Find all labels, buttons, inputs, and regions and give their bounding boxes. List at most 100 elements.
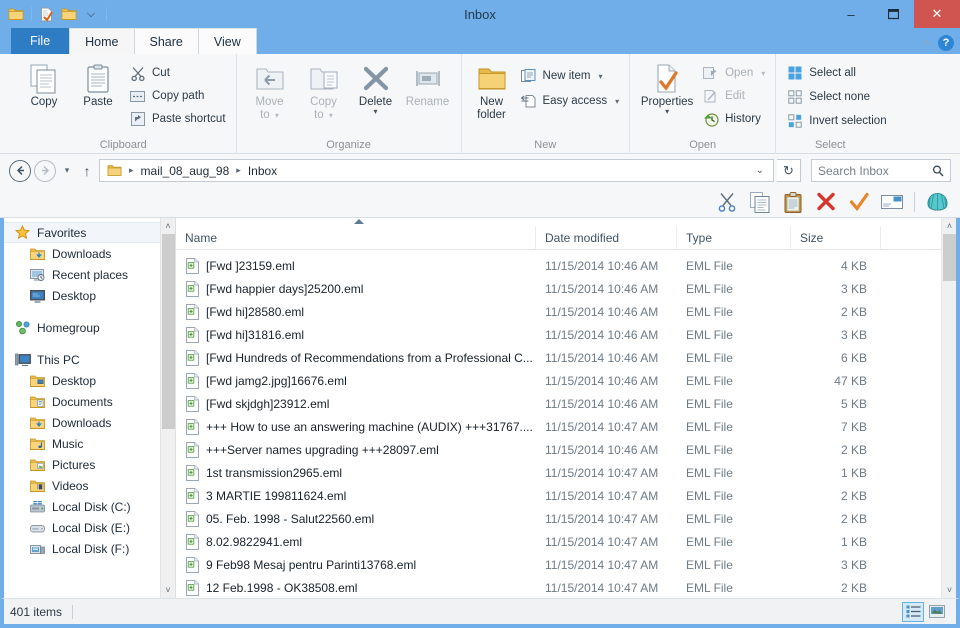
table-row[interactable]: [Fwd jamg2.jpg]16676.eml11/15/2014 10:46… — [176, 369, 941, 392]
sidebar-item-homegroup[interactable]: Homegroup — [4, 317, 160, 338]
large-icons-view-button[interactable] — [926, 602, 948, 622]
sidebar-item-documents[interactable]: Documents — [4, 391, 160, 412]
column-header-type[interactable]: Type — [677, 226, 791, 250]
invert-selection-button[interactable]: Invert selection — [783, 111, 889, 131]
breadcrumb-root-icon[interactable] — [104, 164, 125, 177]
sidebar-item-favorites[interactable]: Favorites — [4, 222, 160, 243]
column-header-size[interactable]: Size — [791, 226, 881, 250]
sidebar-item-desktop-fav[interactable]: Desktop — [4, 285, 160, 306]
folder-icon[interactable] — [59, 4, 79, 24]
copy-tool-button[interactable] — [745, 189, 775, 216]
details-view-button[interactable] — [902, 602, 924, 622]
rename-button[interactable]: Rename — [402, 59, 454, 109]
file-name-cell[interactable]: [Fwd Hundreds of Recommendations from a … — [176, 349, 536, 366]
back-button[interactable] — [9, 160, 31, 182]
table-row[interactable]: 8.02.9822941.eml11/15/2014 10:47 AMEML F… — [176, 530, 941, 553]
move-to-button[interactable]: Move to ▾ — [244, 59, 296, 122]
folder-icon[interactable] — [6, 4, 26, 24]
magnifier-icon[interactable] — [932, 165, 944, 177]
cut-button[interactable]: Cut — [126, 63, 229, 83]
navigation-pane-scrollbar[interactable]: ˄ ˅ — [160, 218, 175, 598]
paste-button[interactable]: Paste — [72, 59, 124, 109]
sidebar-item-videos[interactable]: Videos — [4, 475, 160, 496]
copy-button[interactable]: Copy — [18, 59, 70, 109]
breadcrumb-item-folder[interactable]: mail_08_aug_98 — [138, 164, 233, 178]
tab-view[interactable]: View — [199, 28, 257, 54]
minimize-button[interactable]: – — [830, 0, 872, 28]
select-all-button[interactable]: Select all — [783, 63, 889, 83]
recent-locations-dropdown[interactable]: ▾ — [59, 165, 75, 176]
table-row[interactable]: [Fwd hi]31816.eml11/15/2014 10:46 AMEML … — [176, 323, 941, 346]
tab-home[interactable]: Home — [69, 28, 134, 54]
properties-button[interactable]: Properties ▾ — [637, 59, 697, 115]
column-header-name[interactable]: Name — [176, 226, 536, 250]
sidebar-item-downloads[interactable]: Downloads — [4, 243, 160, 264]
edit-button[interactable]: Edit — [699, 86, 768, 106]
table-row[interactable]: [Fwd ]23159.eml11/15/2014 10:46 AMEML Fi… — [176, 254, 941, 277]
tab-file[interactable]: File — [11, 28, 69, 54]
paste-tool-button[interactable] — [778, 189, 808, 216]
file-name-cell[interactable]: 9 Feb98 Mesaj pentru Parinti13768.eml — [176, 556, 536, 573]
chevron-down-icon[interactable]: ▾ — [615, 97, 619, 106]
delete-tool-button[interactable] — [811, 189, 841, 216]
scroll-up-arrow[interactable]: ˄ — [942, 218, 957, 234]
scroll-up-arrow[interactable]: ˄ — [161, 218, 176, 234]
search-input[interactable]: Search Inbox — [811, 159, 951, 182]
chevron-up-icon[interactable]: ˄ — [924, 37, 930, 49]
table-row[interactable]: 3 MARTIE 199811624.eml11/15/2014 10:47 A… — [176, 484, 941, 507]
up-button[interactable]: ↑ — [78, 163, 96, 179]
chevron-down-icon[interactable]: ▾ — [598, 72, 602, 81]
sidebar-item-downloads-pc[interactable]: Downloads — [4, 412, 160, 433]
breadcrumb-item-current[interactable]: Inbox — [245, 164, 280, 178]
breadcrumb[interactable]: ▸ mail_08_aug_98 ▸ Inbox ⌄ — [99, 159, 774, 182]
chevron-down-icon[interactable]: ▾ — [761, 69, 765, 78]
new-properties-icon[interactable] — [37, 4, 57, 24]
sidebar-item-local-disk-f[interactable]: Local Disk (F:) — [4, 538, 160, 559]
confirm-tool-button[interactable] — [844, 189, 874, 216]
quick-access-dropdown[interactable]: ⌵ — [81, 4, 101, 24]
sidebar-item-desktop[interactable]: Desktop — [4, 370, 160, 391]
chevron-down-icon[interactable]: ▾ — [329, 111, 333, 120]
table-row[interactable]: [Fwd hi]28580.eml11/15/2014 10:46 AMEML … — [176, 300, 941, 323]
file-list-scrollbar[interactable]: ˄ ˅ — [941, 218, 956, 598]
maximize-button[interactable] — [872, 0, 914, 28]
table-row[interactable]: 9 Feb98 Mesaj pentru Parinti13768.eml11/… — [176, 553, 941, 576]
refresh-button[interactable]: ↻ — [777, 159, 801, 182]
new-item-button[interactable]: New item ▾ — [517, 66, 623, 86]
chevron-down-icon[interactable]: ▾ — [275, 111, 279, 120]
file-name-cell[interactable]: [Fwd hi]31816.eml — [176, 326, 536, 343]
open-button[interactable]: Open ▾ — [699, 63, 768, 83]
file-name-cell[interactable]: 8.02.9822941.eml — [176, 533, 536, 550]
table-row[interactable]: +++ How to use an answering machine (AUD… — [176, 415, 941, 438]
table-row[interactable]: [Fwd Hundreds of Recommendations from a … — [176, 346, 941, 369]
paste-shortcut-button[interactable]: Paste shortcut — [126, 109, 229, 129]
copy-to-button[interactable]: Copy to ▾ — [298, 59, 350, 122]
file-name-cell[interactable]: [Fwd ]23159.eml — [176, 257, 536, 274]
file-name-cell[interactable]: +++ How to use an answering machine (AUD… — [176, 418, 536, 435]
file-name-cell[interactable]: 05. Feb. 1998 - Salut22560.eml — [176, 510, 536, 527]
scroll-down-arrow[interactable]: ˅ — [161, 582, 176, 598]
copy-path-button[interactable]: Copy path — [126, 86, 229, 106]
table-row[interactable]: 1st transmission2965.eml11/15/2014 10:47… — [176, 461, 941, 484]
cut-tool-button[interactable] — [712, 189, 742, 216]
sidebar-item-local-disk-c[interactable]: Local Disk (C:) — [4, 496, 160, 517]
scrollbar-thumb[interactable] — [162, 234, 175, 429]
chevron-down-icon[interactable]: ▾ — [374, 109, 378, 115]
file-name-cell[interactable]: [Fwd happier days]25200.eml — [176, 280, 536, 297]
file-name-cell[interactable]: [Fwd hi]28580.eml — [176, 303, 536, 320]
breadcrumb-dropdown[interactable]: ⌄ — [751, 165, 769, 176]
chevron-down-icon[interactable]: ▾ — [665, 109, 669, 115]
scrollbar-thumb[interactable] — [943, 234, 956, 281]
sidebar-item-local-disk-e[interactable]: Local Disk (E:) — [4, 517, 160, 538]
table-row[interactable]: [Fwd happier days]25200.eml11/15/2014 10… — [176, 277, 941, 300]
breadcrumb-separator[interactable]: ▸ — [232, 165, 245, 176]
file-name-cell[interactable]: +++Server names upgrading +++28097.eml — [176, 441, 536, 458]
new-folder-button[interactable]: New folder — [469, 59, 515, 122]
table-row[interactable]: 12 Feb.1998 - OK38508.eml11/15/2014 10:4… — [176, 576, 941, 598]
sidebar-item-pictures[interactable]: Pictures — [4, 454, 160, 475]
sidebar-item-music[interactable]: Music — [4, 433, 160, 454]
forward-button[interactable] — [34, 160, 56, 182]
shell-tool-button[interactable] — [922, 189, 952, 216]
table-row[interactable]: [Fwd skjdgh]23912.eml11/15/2014 10:46 AM… — [176, 392, 941, 415]
sidebar-item-recent-places[interactable]: Recent places — [4, 264, 160, 285]
